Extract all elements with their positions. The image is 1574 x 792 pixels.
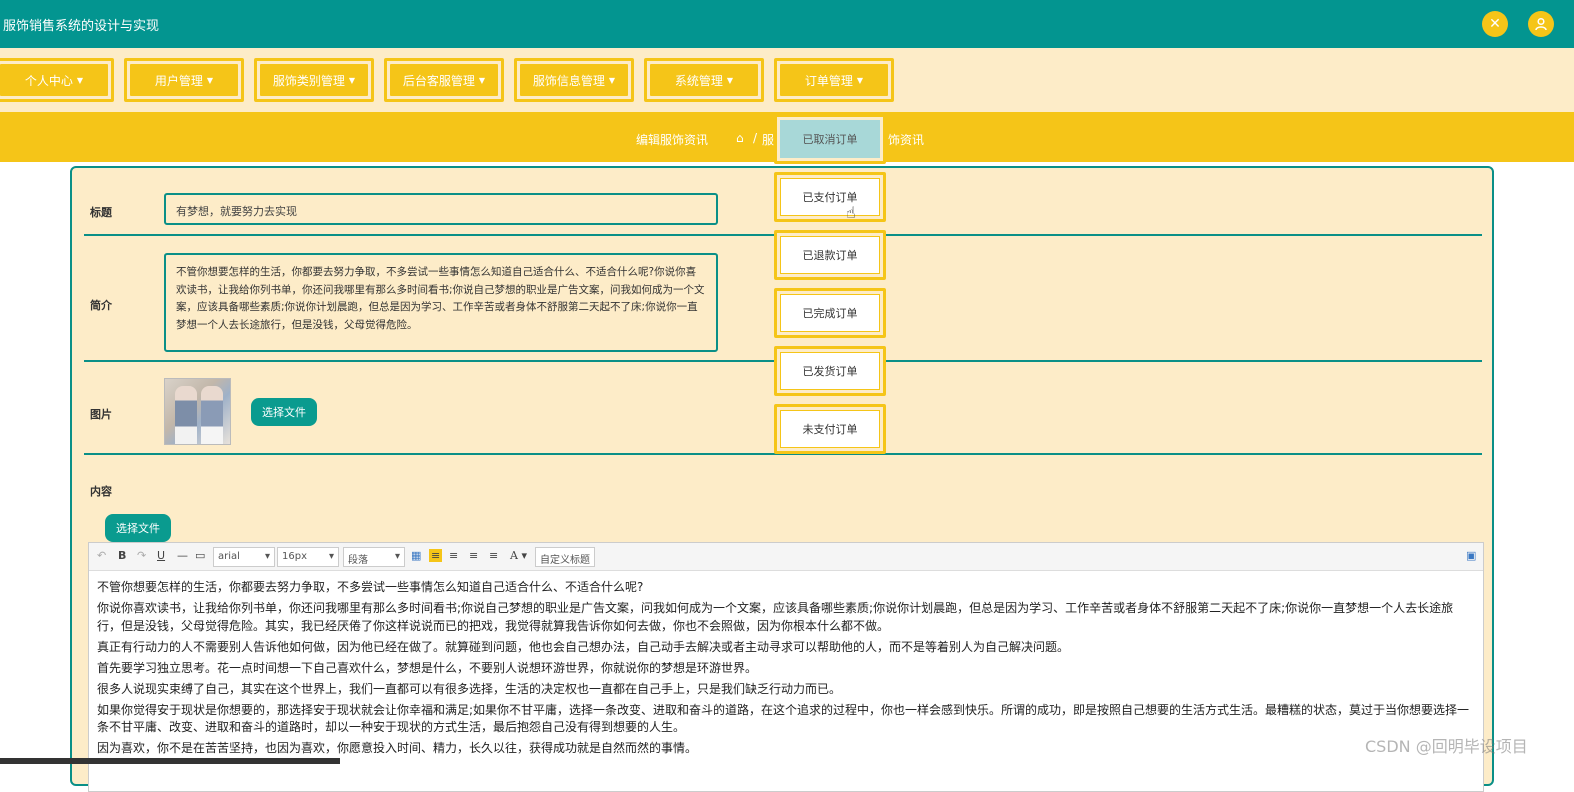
underline-icon[interactable]: U: [157, 549, 165, 562]
bold-icon[interactable]: B: [118, 549, 126, 562]
caret-down-icon: ▼: [478, 75, 486, 85]
rich-text-editor[interactable]: ↶ B ↷ U — ▭ arial ▾ 16px ▾ 段落 ▾ ▦ ≡ ≡ ≡ ≡ A…: [88, 542, 1484, 792]
nav-clothing-management[interactable]: 服饰信息管理 ▼: [514, 58, 634, 102]
align-justify-icon[interactable]: ≡: [489, 549, 498, 562]
menu-item-shipped-orders[interactable]: 已发货订单: [774, 346, 886, 396]
table-icon[interactable]: ▦: [411, 549, 421, 562]
menu-item-refunded-orders[interactable]: 已退款订单: [774, 230, 886, 280]
menu-item-label: 已发货订单: [802, 365, 858, 378]
font-size-select[interactable]: 16px ▾: [277, 547, 339, 567]
nav-label: 用户管理: [154, 73, 203, 88]
nav-service-management[interactable]: 后台客服管理 ▼: [384, 58, 504, 102]
menu-item-cancelled-orders[interactable]: 已取消订单: [774, 114, 886, 164]
nav-label: 后台客服管理: [402, 73, 475, 88]
content-choose-file-button[interactable]: 选择文件: [105, 514, 171, 542]
menu-item-label: 未支付订单: [802, 423, 858, 436]
fullscreen-icon[interactable]: ✕: [1482, 11, 1508, 37]
menu-item-unpaid-orders[interactable]: 未支付订单: [774, 404, 886, 454]
home-icon[interactable]: ⌂: [736, 131, 744, 145]
caret-down-icon: ▾: [328, 551, 334, 562]
breadcrumb-separator: /: [753, 131, 758, 145]
custom-title-value: 自定义标题: [540, 555, 590, 566]
main-nav: 个人中心 ▼ 用户管理 ▼ 服饰类别管理 ▼ 后台客服管理 ▼ 服饰信息管理 ▼ 系统管理…: [0, 48, 1574, 112]
editor-toolbar: ↶ B ↷ U — ▭ arial ▾ 16px ▾ 段落 ▾ ▦ ≡ ≡ ≡ ≡ A…: [89, 543, 1483, 571]
editor-paragraph: 因为喜欢，你不是在苦苦坚持，也因为喜欢，你愿意投入时间、精力，长久以往，获得成功…: [97, 741, 698, 755]
editor-paragraph: 不管你想要怎样的生活，你都要去努力争取，不多尝试一些事情怎么知道自己适合什么、不…: [97, 580, 644, 594]
nav-label: 个人中心: [24, 73, 73, 88]
redo-icon[interactable]: ↷: [137, 549, 146, 562]
caret-down-icon: ▾: [394, 551, 400, 562]
nav-user-management[interactable]: 用户管理 ▼: [124, 58, 244, 102]
top-bar: 服饰销售系统的设计与实现 ✕: [0, 0, 1574, 48]
caret-down-icon: ▼: [206, 75, 214, 85]
editor-paragraph: 很多人说现实束缚了自己，其实在这个世界上，我们一直都可以有很多选择，生活的决定权…: [97, 681, 842, 696]
clothing-image: [164, 378, 231, 445]
horizontal-scrollbar[interactable]: [0, 758, 340, 764]
user-icon[interactable]: [1528, 11, 1554, 37]
intro-textarea[interactable]: 不管你想要怎样的生活，你都要去努力争取，不多尝试一些事情怎么知道自己适合什么、不…: [164, 253, 718, 352]
undo-icon[interactable]: ↶: [97, 549, 106, 562]
title-label: 标题: [90, 206, 112, 219]
breadcrumb-path-tail[interactable]: 饰资讯: [888, 131, 924, 148]
editor-content[interactable]: 不管你想要怎样的生活，你都要去努力争取，不多尝试一些事情怎么知道自己适合什么、不…: [97, 579, 1477, 761]
nav-label: 服饰信息管理: [532, 73, 605, 88]
caret-down-icon: ▾: [264, 551, 270, 562]
editor-paragraph: 首先要学习独立思考。花一点时间想一下自己喜欢什么，梦想是什么，不要别人说想环游世…: [97, 660, 758, 675]
nav-label: 系统管理: [674, 73, 723, 88]
caret-down-icon: ▼: [76, 75, 84, 85]
caret-down-icon: ▼: [726, 75, 734, 85]
breadcrumb-path[interactable]: 服: [762, 131, 774, 148]
nav-category-management[interactable]: 服饰类别管理 ▼: [254, 58, 374, 102]
align-left-icon[interactable]: ≡: [429, 549, 443, 562]
document-icon[interactable]: ▭: [195, 549, 205, 562]
menu-item-label: 已完成订单: [802, 307, 858, 320]
size-value: 16px: [282, 551, 307, 562]
paragraph-select[interactable]: 段落 ▾: [343, 547, 405, 567]
font-value: arial: [218, 551, 240, 562]
editor-paragraph: 真正有行动力的人不需要别人告诉他如何做，因为他已经在做了。就算碰到问题，他也会自…: [97, 639, 1070, 654]
menu-item-label: 已退款订单: [802, 249, 858, 262]
breadcrumb-page-title: 编辑服饰资讯: [636, 133, 709, 147]
content-label: 内容: [90, 485, 112, 498]
menu-item-label: 已取消订单: [802, 133, 858, 146]
nav-label: 服饰类别管理: [272, 73, 345, 88]
watermark: CSDN @回明毕设项目: [1365, 737, 1528, 756]
nav-personal-center[interactable]: 个人中心 ▼: [0, 58, 114, 102]
editor-paragraph: 如果你觉得安于现状是你想要的，那选择安于现状就会让你幸福和满足;如果你不甘平庸，…: [97, 702, 1470, 735]
horizontal-rule-icon[interactable]: —: [177, 549, 188, 562]
nav-order-management[interactable]: 订单管理 ▼: [774, 58, 894, 102]
align-right-icon[interactable]: ≡: [449, 549, 458, 562]
image-label: 图片: [90, 408, 112, 421]
caret-down-icon: ▼: [608, 75, 616, 85]
fullscreen-editor-icon[interactable]: ▣: [1466, 549, 1476, 562]
caret-down-icon: ▼: [348, 75, 356, 85]
align-center-icon[interactable]: ≡: [469, 549, 478, 562]
nav-label: 订单管理: [804, 73, 853, 88]
nav-system-management[interactable]: 系统管理 ▼: [644, 58, 764, 102]
intro-label: 简介: [90, 299, 112, 312]
title-input[interactable]: 有梦想，就要努力去实现: [164, 193, 718, 225]
menu-item-paid-orders[interactable]: 已支付订单: [774, 172, 886, 222]
hand-cursor-icon: ☝: [846, 203, 856, 222]
menu-item-completed-orders[interactable]: 已完成订单: [774, 288, 886, 338]
choose-image-button[interactable]: 选择文件: [251, 398, 317, 426]
font-family-select[interactable]: arial ▾: [213, 547, 275, 567]
editor-paragraph: 你说你喜欢读书，让我给你列书单，你还问我哪里有那么多时间看书;你说自己梦想的职业…: [97, 601, 1454, 633]
caret-down-icon: ▼: [856, 75, 864, 85]
app-title: 服饰销售系统的设计与实现: [3, 19, 160, 34]
custom-title-select[interactable]: 自定义标题: [535, 547, 595, 567]
para-value: 段落: [348, 555, 368, 566]
font-color-icon[interactable]: A ▾: [510, 549, 527, 562]
